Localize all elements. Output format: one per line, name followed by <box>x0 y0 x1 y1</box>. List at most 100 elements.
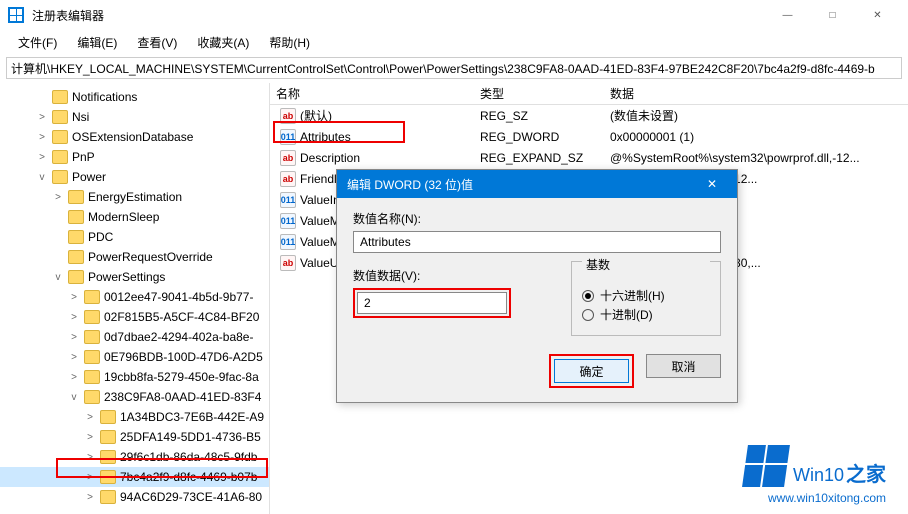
tree-item[interactable]: v238C9FA8-0AAD-41ED-83F4 <box>0 387 269 407</box>
tree-label: 94AC6D29-73CE-41A6-80 <box>120 490 262 504</box>
expand-icon[interactable]: > <box>84 432 96 443</box>
menu-edit[interactable]: 编辑(E) <box>67 32 127 53</box>
tree-panel[interactable]: Notifications>Nsi>OSExtensionDatabase>Pn… <box>0 83 270 514</box>
expand-icon[interactable]: > <box>68 332 80 343</box>
tree-item[interactable]: >0d7dbae2-4294-402a-ba8e- <box>0 327 269 347</box>
expand-icon[interactable]: > <box>84 412 96 423</box>
cancel-button[interactable]: 取消 <box>646 354 721 378</box>
list-row[interactable]: ab(默认)REG_SZ(数值未设置) <box>270 105 908 126</box>
ok-button[interactable]: 确定 <box>554 359 629 383</box>
tree-item[interactable]: >02F815B5-A5CF-4C84-BF20 <box>0 307 269 327</box>
tree-label: PowerRequestOverride <box>88 250 213 264</box>
tree-item[interactable]: PowerRequestOverride <box>0 247 269 267</box>
tree-item[interactable]: >25DFA149-5DD1-4736-B5 <box>0 427 269 447</box>
tree-item[interactable]: ModernSleep <box>0 207 269 227</box>
col-data[interactable]: 数据 <box>610 85 908 102</box>
tree-item[interactable]: >1A34BDC3-7E6B-442E-A9 <box>0 407 269 427</box>
menu-help[interactable]: 帮助(H) <box>259 32 320 53</box>
dialog-close-icon[interactable]: ✕ <box>697 177 727 191</box>
folder-icon <box>84 290 100 304</box>
tree-label: PDC <box>88 230 113 244</box>
tree-label: 0d7dbae2-4294-402a-ba8e- <box>104 330 253 344</box>
maximize-button[interactable]: □ <box>810 0 855 30</box>
expand-icon[interactable]: > <box>68 372 80 383</box>
expand-icon[interactable]: > <box>84 492 96 503</box>
menu-favorites[interactable]: 收藏夹(A) <box>187 32 259 53</box>
tree-label: EnergyEstimation <box>88 190 182 204</box>
expand-icon[interactable]: > <box>68 352 80 363</box>
menubar: 文件(F) 编辑(E) 查看(V) 收藏夹(A) 帮助(H) <box>0 30 908 55</box>
tree-label: 1A34BDC3-7E6B-442E-A9 <box>120 410 264 424</box>
folder-icon <box>100 430 116 444</box>
list-header: 名称 类型 数据 <box>270 83 908 105</box>
tree-item[interactable]: v PowerSettings <box>0 267 269 287</box>
string-icon: ab <box>280 108 296 124</box>
radio-dec-input[interactable] <box>582 309 594 321</box>
tree-label: PowerSettings <box>88 270 165 284</box>
tree-label: 25DFA149-5DD1-4736-B5 <box>120 430 261 444</box>
minimize-button[interactable]: — <box>765 0 810 30</box>
tree-item[interactable]: >0E796BDB-100D-47D6-A2D5 <box>0 347 269 367</box>
watermark: Win10之家 www.win10xitong.com <box>745 445 886 505</box>
dialog-titlebar: 编辑 DWORD (32 位)值 ✕ <box>337 170 737 198</box>
tree-item[interactable]: >7bc4a2f9-d8fc-4469-b07b <box>0 467 269 487</box>
tree-label: 0E796BDB-100D-47D6-A2D5 <box>104 350 263 364</box>
tree-label: ModernSleep <box>88 210 159 224</box>
address-bar[interactable]: 计算机\HKEY_LOCAL_MACHINE\SYSTEM\CurrentCon… <box>6 57 902 79</box>
expand-icon[interactable]: v <box>52 272 64 283</box>
expand-icon[interactable]: > <box>36 152 48 163</box>
tree-item[interactable]: >PnP <box>0 147 269 167</box>
tree-item[interactable]: >Nsi <box>0 107 269 127</box>
folder-icon <box>84 350 100 364</box>
tree-item[interactable]: >19cbb8fa-5279-450e-9fac-8a <box>0 367 269 387</box>
menu-file[interactable]: 文件(F) <box>8 32 67 53</box>
tree-item[interactable]: > OSExtensionDatabase <box>0 127 269 147</box>
radio-hex-input[interactable] <box>582 290 594 302</box>
data-field[interactable] <box>357 292 507 314</box>
folder-icon <box>52 150 68 164</box>
tree-item[interactable]: > EnergyEstimation <box>0 187 269 207</box>
expand-icon[interactable]: > <box>36 112 48 123</box>
list-row[interactable]: 011AttributesREG_DWORD0x00000001 (1) <box>270 126 908 147</box>
col-name[interactable]: 名称 <box>270 85 480 102</box>
value-name: ValueM <box>300 235 340 249</box>
tree-item[interactable]: PDC <box>0 227 269 247</box>
expand-icon[interactable]: > <box>84 472 96 483</box>
folder-icon <box>100 490 116 504</box>
expand-icon[interactable]: > <box>68 312 80 323</box>
close-button[interactable]: ✕ <box>855 0 900 30</box>
expand-icon[interactable]: > <box>36 132 48 143</box>
expand-icon[interactable]: > <box>84 452 96 463</box>
tree-item[interactable]: >0012ee47-9041-4b5d-9b77- <box>0 287 269 307</box>
tree-label: 0012ee47-9041-4b5d-9b77- <box>104 290 253 304</box>
menu-view[interactable]: 查看(V) <box>127 32 187 53</box>
tree-item[interactable]: >29f6c1db-86da-48c5-9fdb <box>0 447 269 467</box>
value-name: ValueM <box>300 214 340 228</box>
base-group: 基数 十六进制(H) 十进制(D) <box>571 261 721 336</box>
tree-label: OSExtensionDatabase <box>72 130 193 144</box>
expand-icon[interactable]: v <box>68 392 80 403</box>
tree-item[interactable]: >94AC6D29-73CE-41A6-80 <box>0 487 269 507</box>
folder-icon <box>100 410 116 424</box>
expand-icon[interactable]: v <box>36 172 48 183</box>
expand-icon[interactable]: > <box>68 292 80 303</box>
tree-item[interactable]: Notifications <box>0 87 269 107</box>
titlebar: 注册表编辑器 — □ ✕ <box>0 0 908 30</box>
tree-label: 19cbb8fa-5279-450e-9fac-8a <box>104 370 259 384</box>
col-type[interactable]: 类型 <box>480 85 610 102</box>
radio-hex[interactable]: 十六进制(H) <box>582 287 710 304</box>
folder-icon <box>100 470 116 484</box>
name-field[interactable] <box>353 231 721 253</box>
list-row[interactable]: abDescriptionREG_EXPAND_SZ@%SystemRoot%\… <box>270 147 908 168</box>
name-label: 数值名称(N): <box>353 210 721 227</box>
tree-label: Power <box>72 170 106 184</box>
folder-icon <box>84 390 100 404</box>
radio-dec[interactable]: 十进制(D) <box>582 306 710 323</box>
string-icon: ab <box>280 150 296 166</box>
folder-icon <box>52 110 68 124</box>
windows-logo-icon <box>742 445 790 487</box>
expand-icon[interactable]: > <box>52 192 64 203</box>
dword-icon: 011 <box>280 234 296 250</box>
tree-item[interactable]: v Power <box>0 167 269 187</box>
string-icon: ab <box>280 171 296 187</box>
